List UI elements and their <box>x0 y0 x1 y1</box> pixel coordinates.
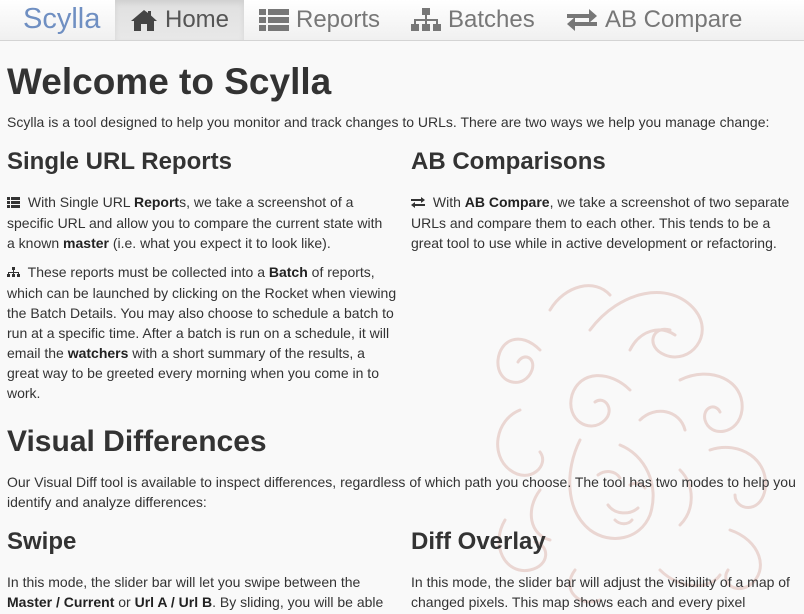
intro-text: Scylla is a tool designed to help you mo… <box>7 114 770 130</box>
text-fragment: In this mode, the slider bar will let yo… <box>7 574 361 590</box>
swipe-heading: Swipe <box>7 528 77 555</box>
watchers-keyword: watchers <box>67 345 129 361</box>
nav-reports-label: Reports <box>296 6 381 33</box>
ab-compare-keyword: AB Compare <box>464 194 550 210</box>
text-fragment: These reports must be collected into a <box>24 264 269 280</box>
report-keyword: Report <box>133 194 180 210</box>
page-title: Welcome to Scylla <box>7 61 332 102</box>
visual-diff-text: Our Visual Diff tool is available to ins… <box>7 474 796 510</box>
text-fragment: or <box>114 594 135 610</box>
nav-ab-compare-label: AB Compare <box>605 6 743 33</box>
nav-batches[interactable]: Batches <box>410 0 535 40</box>
sitemap-icon <box>7 263 20 283</box>
brand-logo-link[interactable]: Scylla <box>23 2 100 36</box>
batch-keyword: Batch <box>268 264 308 280</box>
nav-batches-label: Batches <box>448 6 535 33</box>
nav-home-label: Home <box>165 6 230 33</box>
list-icon <box>258 8 290 32</box>
swipe-paragraph: In this mode, the slider bar will let yo… <box>7 572 392 612</box>
exchange-icon <box>565 8 599 32</box>
diff-overlay-heading: Diff Overlay <box>411 528 546 555</box>
single-url-heading: Single URL Reports <box>7 148 232 175</box>
master-keyword: master <box>63 235 109 251</box>
ab-paragraph: With AB Compare, we take a screenshot of… <box>411 192 796 253</box>
visual-differences-heading: Visual Differences <box>7 425 267 458</box>
batch-paragraph: These reports must be collected into a B… <box>7 262 397 403</box>
single-url-paragraph: With Single URL Reports, we take a scree… <box>7 192 392 253</box>
master-current-keyword: Master / Current <box>7 594 115 610</box>
text-fragment: With <box>429 194 465 210</box>
home-icon <box>129 8 159 32</box>
nav-ab-compare[interactable]: AB Compare <box>565 0 742 40</box>
list-icon <box>7 193 20 213</box>
nav-home[interactable]: Home <box>115 0 244 40</box>
ab-comparisons-heading: AB Comparisons <box>411 148 606 175</box>
scylla-illustration <box>496 284 767 604</box>
url-a-url-b-keyword: Url A / Url B <box>134 594 213 610</box>
text-fragment: (i.e. what you expect it to look like). <box>108 235 331 251</box>
exchange-icon <box>411 193 425 213</box>
sitemap-icon <box>410 7 442 33</box>
nav-reports[interactable]: Reports <box>258 0 380 40</box>
text-fragment: . By sliding, you will be able <box>212 594 384 610</box>
top-navbar: Scylla Home Reports Batches AB Compare <box>0 0 804 41</box>
text-fragment: With Single URL <box>24 194 134 210</box>
diff-overlay-paragraph: In this mode, the slider bar will adjust… <box>411 574 790 610</box>
